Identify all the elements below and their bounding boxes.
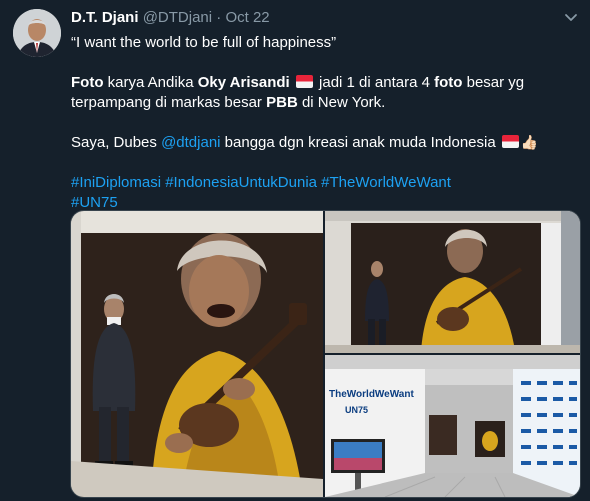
text-segment: di New York. <box>297 94 386 111</box>
tweet-paragraph-3: Saya, Dubes @dtdjani bangga dgn kreasi a… <box>71 133 576 153</box>
photo-1[interactable] <box>71 211 323 497</box>
author-name[interactable]: D.T. Djani <box>71 9 139 26</box>
hashtag-link[interactable]: #TheWorldWeWant <box>321 174 451 191</box>
chevron-down-icon[interactable] <box>563 9 579 25</box>
bold-oky-arisandi: Oky Arisandi <box>197 74 290 91</box>
bold-pbb: PBB <box>266 94 298 111</box>
text-segment: bangga dgn kreasi anak muda Indonesia <box>220 134 496 151</box>
text-segment: jadi 1 di antara 4 <box>314 74 435 91</box>
mention-link[interactable]: @dtdjani <box>161 134 220 151</box>
photo-2[interactable] <box>325 211 580 353</box>
photo-2-image <box>325 211 580 353</box>
tweet-date[interactable]: Oct 22 <box>225 9 269 26</box>
tweet-quote-line: “I want the world to be full of happines… <box>71 34 337 51</box>
photo-1-image <box>71 211 323 497</box>
media-grid: TheWorldWeWant UN75 <box>70 210 581 498</box>
hashtag-link[interactable]: #IniDiplomasi <box>71 174 161 191</box>
hashtag-line: #IniDiplomasi #IndonesiaUntukDunia #TheW… <box>71 173 576 213</box>
tweet-paragraph-2: Foto karya Andika Oky Arisandi jadi 1 di… <box>71 73 576 113</box>
avatar-image <box>13 9 61 57</box>
avatar[interactable] <box>13 9 61 57</box>
text-segment: karya Andika <box>103 74 198 91</box>
bold-foto: Foto <box>71 74 104 91</box>
tweet-header: D.T. Djani @DTDjani · Oct 22 <box>71 9 270 27</box>
hashtag-link[interactable]: #UN75 <box>71 194 118 211</box>
thumbs-up-emoji: 👍🏻 <box>520 134 539 150</box>
sign-un75: UN75 <box>345 405 368 415</box>
photo-3-image: TheWorldWeWant UN75 <box>325 355 580 497</box>
bold-foto-2: foto <box>434 74 463 91</box>
indonesia-flag-emoji <box>295 75 313 88</box>
text-segment: Saya, Dubes <box>71 134 162 151</box>
separator-dot: · <box>216 9 222 26</box>
tweet-text: “I want the world to be full of happines… <box>71 33 576 213</box>
hashtag-link[interactable]: #IndonesiaUntukDunia <box>165 174 317 191</box>
sign-theworldwewant: TheWorldWeWant <box>329 389 414 400</box>
author-handle[interactable]: @DTDjani <box>143 9 212 26</box>
photo-3[interactable]: TheWorldWeWant UN75 <box>325 355 580 497</box>
indonesia-flag-emoji <box>501 135 519 148</box>
